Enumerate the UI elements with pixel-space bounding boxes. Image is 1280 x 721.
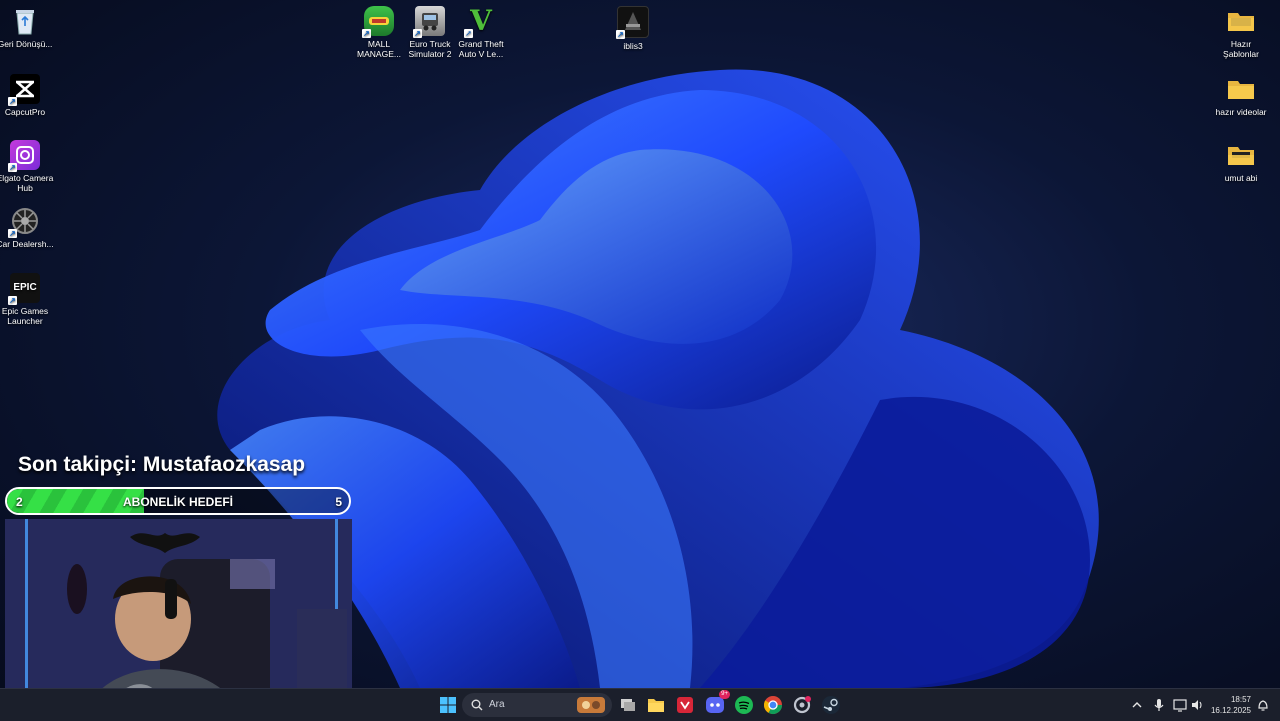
desktop-icon-label: Geri Dönüşü... <box>0 39 53 49</box>
desktop-icon-hazir-sablonlar[interactable]: Hazır Şablonlar <box>1212 6 1270 59</box>
spotify-icon <box>735 696 753 714</box>
shortcut-arrow-icon: ↗ <box>8 97 17 106</box>
desktop-icon-recycle-bin[interactable]: Geri Dönüşü... <box>0 6 54 49</box>
truck-icon: ↗ <box>413 6 445 38</box>
desktop-icon-euro-truck[interactable]: ↗ Euro Truck Simulator 2 <box>401 6 459 59</box>
mall-manager-icon: ↗ <box>362 6 394 38</box>
microphone-icon <box>1154 699 1164 711</box>
speaker-icon <box>1192 700 1202 710</box>
car-wheel-icon: ↗ <box>8 206 40 238</box>
last-follower-text: Son takipçi: Mustafaozkasap <box>18 453 306 476</box>
desktop-icon-epic-games[interactable]: EPIC ↗ Epic Games Launcher <box>0 273 54 326</box>
desktop-icon-umut-abi[interactable]: umut abi <box>1212 140 1270 183</box>
notifications-button[interactable] <box>1256 695 1270 715</box>
pinned-app-red-button[interactable] <box>675 695 695 715</box>
iblis3-game-icon: ↗ <box>616 6 649 39</box>
shortcut-arrow-icon: ↗ <box>8 163 17 172</box>
volume-tray-button[interactable] <box>1190 695 1204 715</box>
file-explorer-button[interactable] <box>646 695 666 715</box>
spotify-button[interactable] <box>734 695 754 715</box>
network-tray-button[interactable] <box>1172 695 1188 715</box>
folder-icon <box>1226 140 1256 170</box>
chrome-icon <box>763 696 782 715</box>
recycle-bin-icon <box>10 6 40 36</box>
elgato-camera-icon: ↗ <box>8 140 40 172</box>
chevron-up-icon <box>1132 702 1142 708</box>
capcut-icon: ↗ <box>8 74 40 106</box>
epic-games-icon: EPIC ↗ <box>8 273 40 305</box>
desktop-icon-label: Euro Truck Simulator 2 <box>408 39 452 59</box>
steam-icon <box>822 696 840 714</box>
desktop-icon-label: Epic Games Launcher <box>1 306 49 326</box>
shortcut-arrow-icon: ↗ <box>464 28 473 38</box>
desktop-icon-gta-v[interactable]: V ↗ Grand Theft Auto V Le... <box>452 4 510 60</box>
goal-label: ABONELİK HEDEFİ <box>122 495 233 509</box>
clock-date[interactable]: 16.12.2025 <box>1206 706 1251 715</box>
desktop-icon-label: CapcutPro <box>4 107 46 117</box>
chrome-button[interactable] <box>763 695 783 715</box>
shortcut-arrow-icon: ↗ <box>616 30 625 39</box>
desktop-icon-mall-manager[interactable]: ↗ MALL MANAGE... <box>350 6 408 59</box>
task-view-button[interactable] <box>618 695 638 715</box>
desktop-icon-iblis3[interactable]: ↗ iblis3 <box>604 6 662 51</box>
desktop-icon-label: hazır videolar <box>1215 107 1267 117</box>
clock-time[interactable]: 18:57 <box>1206 695 1251 704</box>
desktop-icon-label: umut abi <box>1224 173 1258 183</box>
webcam-scene <box>5 519 352 715</box>
shortcut-arrow-icon: ↗ <box>8 296 17 305</box>
folder-icon <box>1226 74 1256 104</box>
search-placeholder: Ara <box>489 699 505 710</box>
red-app-icon <box>677 697 693 713</box>
gta-v-icon: V ↗ <box>464 4 492 38</box>
shortcut-arrow-icon: ↗ <box>8 229 17 238</box>
desktop-icon-car-dealership[interactable]: ↗ Car Dealersh... <box>0 206 54 249</box>
start-button[interactable] <box>438 695 458 715</box>
pinned-app-button[interactable] <box>792 695 812 715</box>
network-icon <box>1173 699 1187 712</box>
shortcut-arrow-icon: ↗ <box>413 29 422 38</box>
goal-target-count: 5 <box>335 495 342 509</box>
task-view-icon <box>621 699 635 711</box>
windows-icon <box>440 697 456 713</box>
desktop-icon-capcut[interactable]: ↗ CapcutPro <box>0 74 54 117</box>
desktop-icon-label: Hazır Şablonlar <box>1223 39 1259 59</box>
shortcut-arrow-icon: ↗ <box>362 29 371 38</box>
desktop-icon-label: MALL MANAGE... <box>357 39 401 59</box>
desktop-icon-label: Grand Theft Auto V Le... <box>458 39 504 59</box>
gear-app-icon <box>793 696 811 714</box>
taskbar: Ara 9+ 18:57 16.12.2025 <box>0 688 1280 721</box>
folder-icon <box>1226 6 1256 36</box>
bell-icon <box>1258 700 1268 711</box>
search-highlight-icon <box>577 697 605 713</box>
desktop-icon-label: iblis3 <box>623 41 643 51</box>
desktop-icon-label: Elgato Camera Hub <box>0 173 54 193</box>
folder-icon <box>648 699 664 712</box>
microphone-tray-button[interactable] <box>1152 695 1166 715</box>
steam-button[interactable] <box>821 695 841 715</box>
search-icon <box>471 699 483 711</box>
tray-overflow-button[interactable] <box>1130 695 1144 715</box>
desktop-icon-hazir-videolar[interactable]: hazır videolar <box>1212 74 1270 117</box>
discord-button[interactable]: 9+ <box>705 690 730 715</box>
webcam-feed <box>5 519 352 715</box>
taskbar-search[interactable]: Ara <box>462 693 612 717</box>
discord-notification-badge: 9+ <box>719 690 730 699</box>
desktop-icon-label: Car Dealersh... <box>0 239 54 249</box>
subscriber-goal-bar: 2 ABONELİK HEDEFİ 5 <box>5 487 351 515</box>
desktop-icon-elgato[interactable]: ↗ Elgato Camera Hub <box>0 140 54 193</box>
